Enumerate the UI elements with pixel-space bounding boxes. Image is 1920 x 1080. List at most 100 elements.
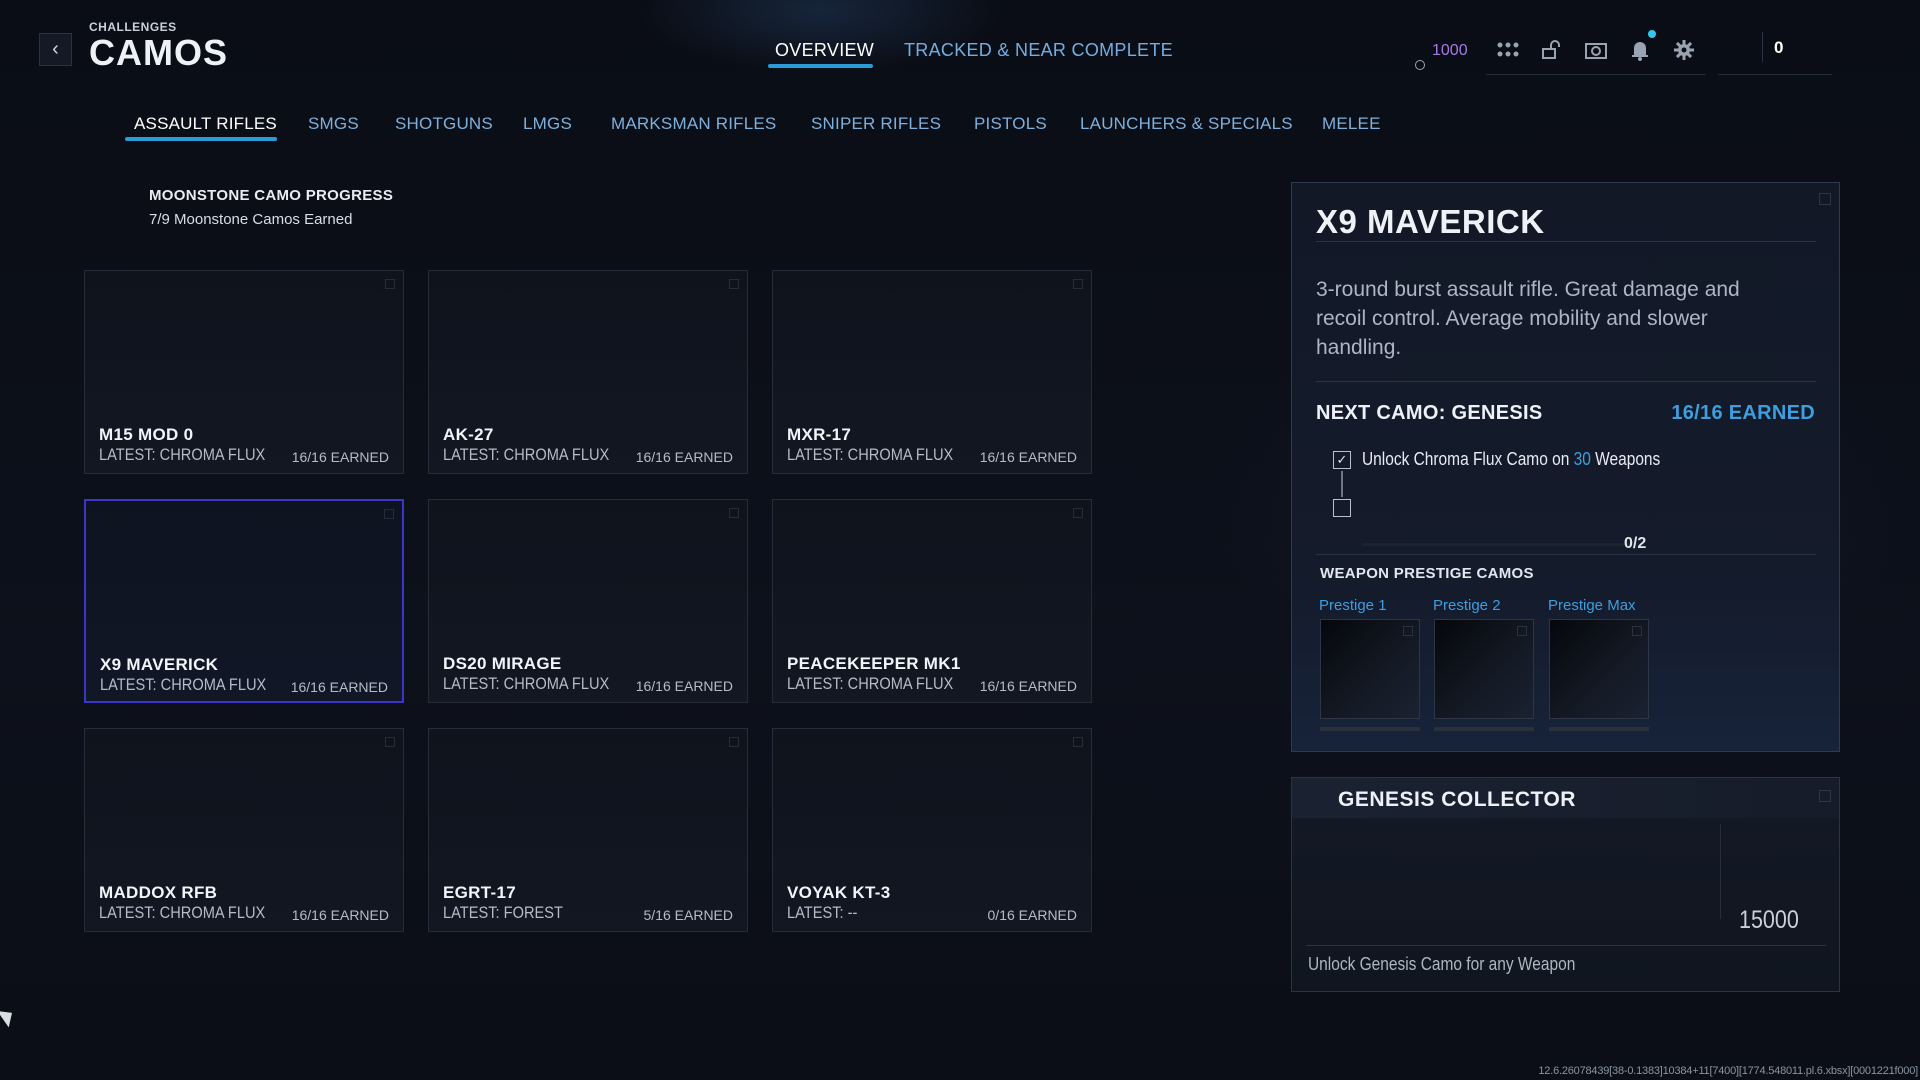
weapon-latest-camo: LATEST: CHROMA FLUX: [99, 903, 266, 922]
header-divider: [1486, 74, 1706, 75]
mouse-cursor-icon: [0, 1004, 18, 1028]
weapon-card-ds20-mirage[interactable]: DS20 MIRAGE LATEST: CHROMA FLUX 16/16 EA…: [428, 499, 748, 703]
prestige-slot-bar: [1434, 727, 1534, 731]
weapon-detail-panel: X9 MAVERICK 3-round burst assault rifle.…: [1291, 182, 1840, 752]
grid-icon[interactable]: [1494, 36, 1522, 64]
weapon-latest-camo: LATEST: CHROMA FLUX: [443, 445, 610, 464]
prestige-camo-slot-2[interactable]: [1434, 619, 1534, 719]
slot-corner-icon: [1632, 626, 1642, 636]
card-corner-icon: [1073, 737, 1083, 747]
bell-icon[interactable]: [1626, 36, 1654, 64]
weapon-card-x9-maverick[interactable]: X9 MAVERICK LATEST: CHROMA FLUX 16/16 EA…: [84, 499, 404, 703]
prestige-camo-slot-1[interactable]: [1320, 619, 1420, 719]
category-tab-melee[interactable]: MELEE: [1322, 114, 1381, 134]
weapon-card-ak-27[interactable]: AK-27 LATEST: CHROMA FLUX 16/16 EARNED: [428, 270, 748, 474]
weapon-card-egrt-17[interactable]: EGRT-17 LATEST: FOREST 5/16 EARNED: [428, 728, 748, 932]
task-checkbox-checked: ✓: [1333, 451, 1351, 469]
divider: [1306, 945, 1826, 946]
weapon-card-mxr-17[interactable]: MXR-17 LATEST: CHROMA FLUX 16/16 EARNED: [772, 270, 1092, 474]
weapon-earned-count: 16/16 EARNED: [635, 449, 733, 465]
card-corner-icon: [1073, 508, 1083, 518]
task-description: Unlock Chroma Flux Camo on 30 Weapons: [1362, 449, 1660, 470]
weapon-latest-camo: LATEST: CHROMA FLUX: [99, 445, 266, 464]
weapon-latest-camo: LATEST: CHROMA FLUX: [787, 674, 954, 693]
weapon-name: X9 MAVERICK: [100, 655, 219, 674]
weapon-card-m15-mod-0[interactable]: M15 MOD 0 LATEST: CHROMA FLUX 16/16 EARN…: [84, 270, 404, 474]
tab-overview[interactable]: OVERVIEW: [775, 40, 874, 61]
task-progress-count: 0/2: [1624, 535, 1647, 552]
weapon-latest-camo: LATEST: CHROMA FLUX: [100, 675, 267, 694]
category-tab-lmgs[interactable]: LMGS: [523, 114, 572, 134]
weapon-earned-count: 16/16 EARNED: [290, 679, 388, 695]
weapon-name: MADDOX RFB: [99, 883, 218, 902]
weapon-name: AK-27: [443, 425, 494, 444]
category-tab-shotguns[interactable]: SHOTGUNS: [395, 114, 493, 134]
weapon-name: EGRT-17: [443, 883, 516, 902]
camera-icon[interactable]: [1582, 36, 1610, 64]
divider: [1316, 554, 1816, 555]
collector-divider: [1720, 824, 1721, 919]
category-tab-assault-rifles[interactable]: ASSAULT RIFLES: [134, 114, 277, 134]
notification-dot: [1648, 30, 1656, 38]
slot-corner-icon: [1403, 626, 1413, 636]
tab-active-indicator: [768, 64, 873, 68]
slot-corner-icon: [1517, 626, 1527, 636]
divider: [1316, 381, 1816, 382]
weapon-earned-count: 16/16 EARNED: [979, 678, 1077, 694]
camo-progress-title: MOONSTONE CAMO PROGRESS: [149, 187, 394, 204]
weapon-name: MXR-17: [787, 425, 852, 444]
card-corner-icon: [385, 279, 395, 289]
card-corner-icon: [384, 509, 394, 519]
prestige-slot-bar: [1549, 727, 1649, 731]
category-tab-launchers-specials[interactable]: LAUNCHERS & SPECIALS: [1080, 114, 1293, 134]
category-tab-smgs[interactable]: SMGS: [308, 114, 359, 134]
task-progress-bar: [1362, 543, 1632, 546]
next-camo-earned: 16/16 EARNED: [1671, 402, 1815, 424]
task-text-prefix: Unlock Chroma Flux Camo on: [1362, 449, 1574, 469]
weapon-card-maddox-rfb[interactable]: MADDOX RFB LATEST: CHROMA FLUX 16/16 EAR…: [84, 728, 404, 932]
weapon-earned-count: 16/16 EARNED: [635, 678, 733, 694]
task-checkbox-empty: [1333, 499, 1351, 517]
weapon-name: PEACEKEEPER MK1: [787, 654, 961, 673]
currency-value: 1000: [1432, 42, 1468, 59]
category-active-indicator: [125, 137, 277, 141]
card-corner-icon: [1073, 279, 1083, 289]
task-connector: [1341, 471, 1343, 497]
category-tab-marksman-rifles[interactable]: MARKSMAN RIFLES: [611, 114, 776, 134]
weapon-card-peacekeeper-mk1[interactable]: PEACEKEEPER MK1 LATEST: CHROMA FLUX 16/1…: [772, 499, 1092, 703]
weapon-earned-count: 16/16 EARNED: [291, 449, 389, 465]
checkmark-icon: ✓: [1336, 452, 1348, 467]
build-id: 12.6.26078439[38-0.1383]10384+11[7400][1…: [1538, 1065, 1918, 1077]
weapon-latest-camo: LATEST: FOREST: [443, 903, 563, 922]
weapon-earned-count: 16/16 EARNED: [979, 449, 1077, 465]
gear-icon[interactable]: [1670, 36, 1698, 64]
page-title: CAMOS: [89, 32, 228, 73]
collector-description: Unlock Genesis Camo for any Weapon: [1308, 954, 1576, 974]
next-camo-label: NEXT CAMO: GENESIS: [1316, 402, 1543, 424]
weapon-card-voyak-kt-3[interactable]: VOYAK KT-3 LATEST: -- 0/16 EARNED: [772, 728, 1092, 932]
weapon-latest-camo: LATEST: CHROMA FLUX: [787, 445, 954, 464]
camo-progress-subtitle: 7/9 Moonstone Camos Earned: [149, 211, 353, 228]
weapon-earned-count: 16/16 EARNED: [291, 907, 389, 923]
weapon-name: VOYAK KT-3: [787, 883, 891, 902]
tab-tracked-near-complete[interactable]: TRACKED & NEAR COMPLETE: [904, 40, 1173, 61]
weapon-earned-count: 5/16 EARNED: [643, 907, 733, 923]
panel-corner-icon: [1819, 193, 1831, 205]
player-count: 0: [1774, 38, 1784, 57]
card-corner-icon: [729, 279, 739, 289]
collector-title: GENESIS COLLECTOR: [1338, 788, 1576, 811]
detail-weapon-title: X9 MAVERICK: [1316, 203, 1545, 240]
prestige-camo-slot-max[interactable]: [1549, 619, 1649, 719]
prestige-slot-bar: [1320, 727, 1420, 731]
category-tab-pistols[interactable]: PISTOLS: [974, 114, 1047, 134]
genesis-collector-panel[interactable]: GENESIS COLLECTOR 15000 Unlock Genesis C…: [1291, 777, 1840, 992]
prestige-label-2: Prestige 2: [1433, 597, 1501, 614]
weapon-name: M15 MOD 0: [99, 425, 194, 444]
unlock-icon[interactable]: [1537, 36, 1565, 64]
weapon-latest-camo: LATEST: CHROMA FLUX: [443, 674, 610, 693]
category-tab-sniper-rifles[interactable]: SNIPER RIFLES: [811, 114, 941, 134]
weapon-latest-camo: LATEST: --: [787, 903, 858, 922]
back-button[interactable]: ‹: [39, 33, 72, 66]
weapon-earned-count: 0/16 EARNED: [987, 907, 1077, 923]
divider: [1316, 241, 1816, 242]
